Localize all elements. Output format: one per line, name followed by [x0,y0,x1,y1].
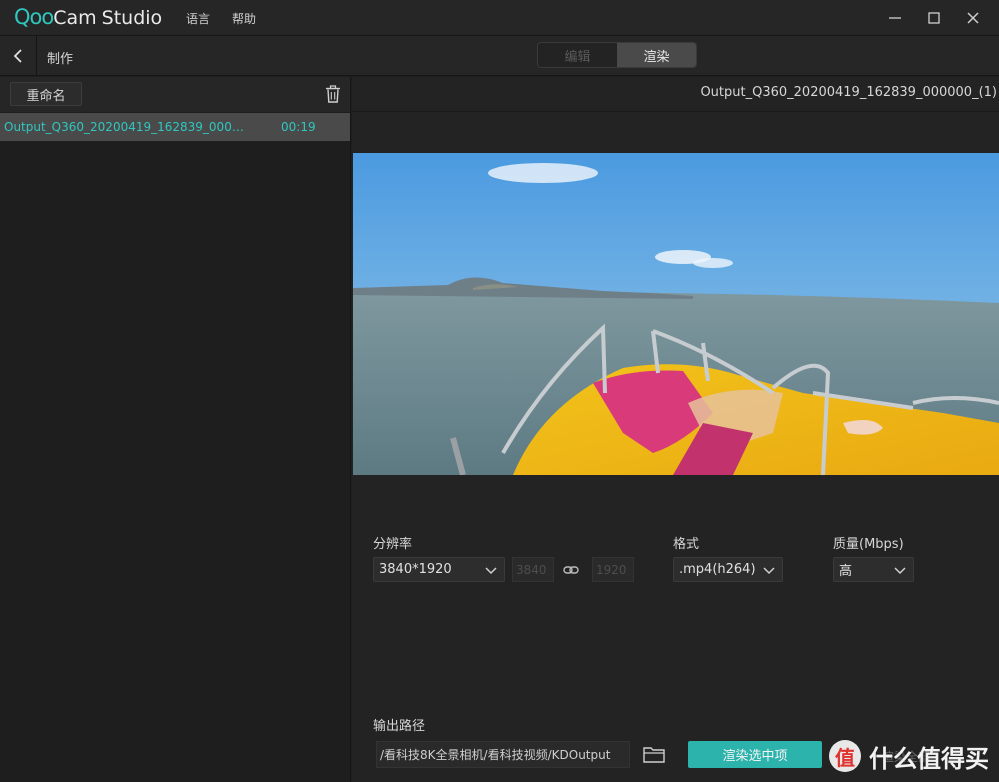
tab-render[interactable]: 渲染 [617,43,696,67]
sub-bar: 制作 编辑 渲染 [0,36,999,76]
minimize-icon [889,17,901,19]
watermark-text: 什么值得买 [869,744,989,773]
height-input[interactable]: 1920 [592,557,634,582]
menu-language[interactable]: 语言 [186,10,210,27]
link-icon[interactable] [563,562,579,578]
folder-icon[interactable] [643,745,665,763]
resolution-label: 分辨率 [373,537,413,552]
resolution-value: 3840*1920 [379,562,452,577]
quality-value: 高 [839,564,853,579]
chevron-down-icon [894,567,906,575]
watermark-badge: 值 [829,740,861,772]
format-label: 格式 [673,537,700,552]
format-value: .mp4(h264) [679,562,756,577]
maximize-icon [928,12,940,24]
mode-switch: 编辑 渲染 [537,42,697,68]
logo-qoo: Qoo [14,5,54,29]
resolution-select[interactable]: 3840*1920 [373,557,505,582]
preview-image [353,153,999,475]
output-path-label: 输出路径 [373,719,426,734]
file-list-item[interactable]: Output_Q360_20200419_162839_000… 00:19 [0,113,350,141]
tab-edit[interactable]: 编辑 [538,43,617,67]
close-icon [967,12,979,24]
width-input[interactable]: 3840 [512,557,554,582]
quality-select[interactable]: 高 [833,557,914,582]
chevron-down-icon [763,567,775,575]
app-logo: Qoo Cam Studio [14,5,162,31]
menu-help[interactable]: 帮助 [232,10,256,27]
trash-icon[interactable] [325,85,341,103]
title-bar: Qoo Cam Studio 语言 帮助 [0,0,999,36]
logo-cam: Cam [53,7,97,29]
output-file-name: Output_Q360_20200419_162839_000000_(1) [700,85,997,100]
file-list-toolbar: 重命名 [0,77,350,112]
divider [352,111,999,112]
logo-studio: Studio [101,7,163,29]
minimize-button[interactable] [883,6,907,30]
page-title: 制作 [47,52,74,67]
render-panel: Output_Q360_20200419_162839_000000_(1) 分… [352,77,999,782]
video-preview[interactable] [353,153,999,475]
maximize-button[interactable] [922,6,946,30]
chevron-left-icon [13,49,22,63]
rename-button[interactable]: 重命名 [10,82,82,106]
quality-label: 质量(Mbps) [833,537,904,552]
output-path-field[interactable]: /看科技8K全景相机/看科技视频/KDOutput [376,741,630,768]
format-select[interactable]: .mp4(h264) [673,557,783,582]
close-button[interactable] [961,6,985,30]
file-duration: 00:19 [281,120,316,134]
render-selected-button[interactable]: 渲染选中项 [688,741,822,768]
back-button[interactable] [0,36,37,76]
file-list-panel: 重命名 Output_Q360_20200419_162839_000… 00:… [0,77,351,782]
watermark: 值 什么值得买 [829,736,989,776]
file-name: Output_Q360_20200419_162839_000… [4,120,244,134]
chevron-down-icon [485,567,497,575]
